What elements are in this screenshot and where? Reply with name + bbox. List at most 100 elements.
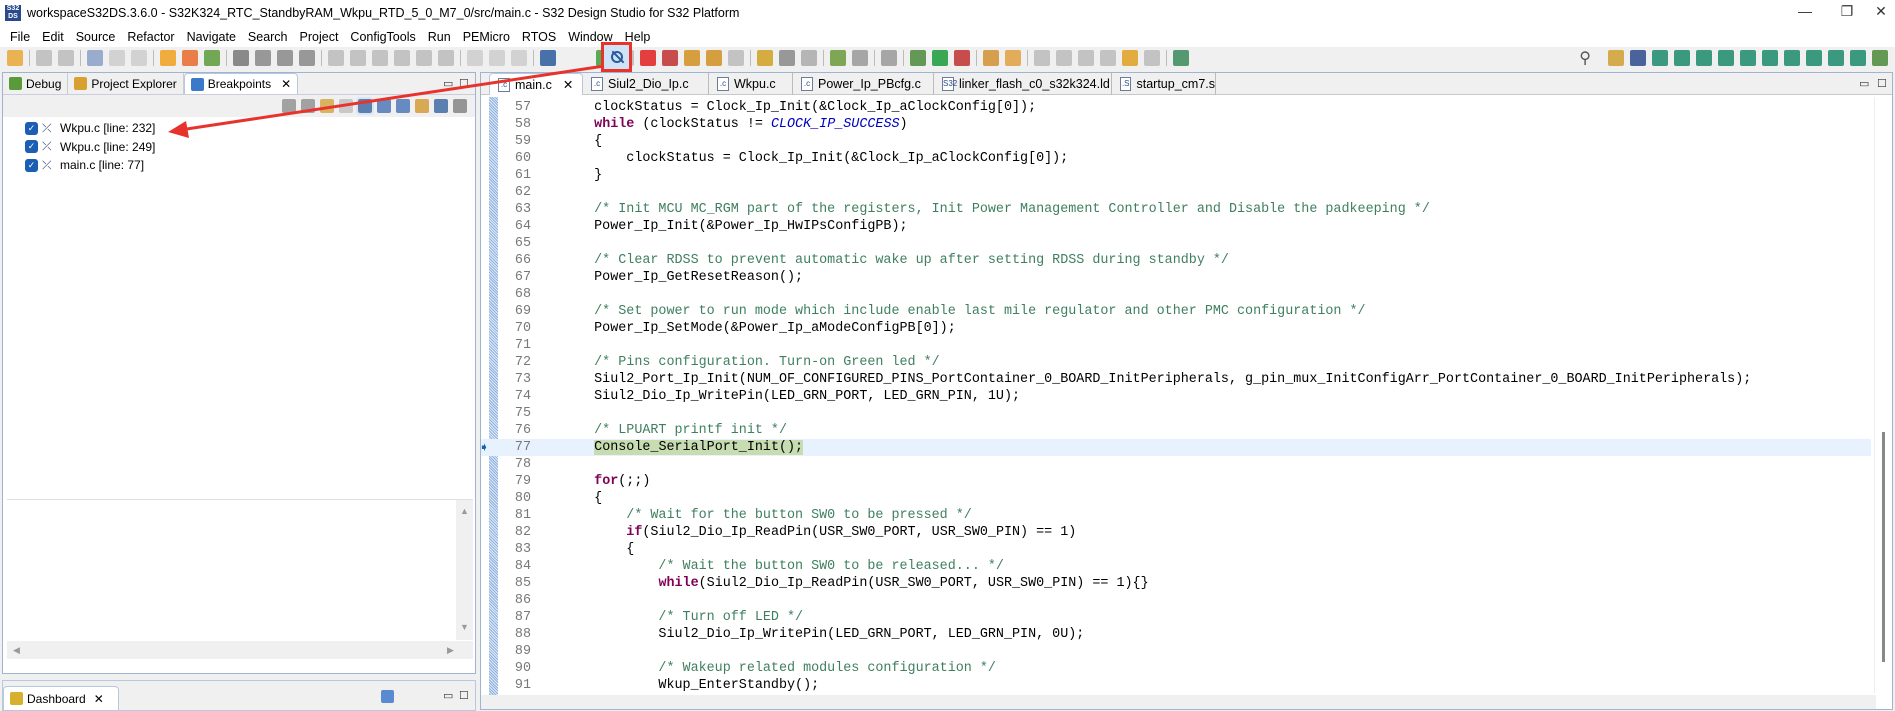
step-over-icon[interactable] (706, 50, 722, 66)
horizontal-scrollbar[interactable] (481, 695, 1876, 709)
menu-pemicro[interactable]: PEMicro (457, 30, 516, 44)
code-line[interactable]: 76 /* LPUART printf init */ (481, 422, 1871, 439)
open-task-icon[interactable] (1173, 50, 1189, 66)
minimize-view-button[interactable]: ▭ (443, 77, 453, 90)
menu-configtools[interactable]: ConfigTools (344, 30, 421, 44)
code-line[interactable]: 70 Power_Ip_SetMode(&Power_Ip_aModeConfi… (481, 320, 1871, 337)
tab-breakpoints[interactable]: Breakpoints ✕ (183, 73, 299, 94)
close-icon[interactable]: ✕ (94, 692, 104, 706)
forward-icon[interactable] (511, 50, 527, 66)
step-over-disabled-icon[interactable] (416, 50, 432, 66)
code-line[interactable]: 79 for(;;) (481, 473, 1871, 490)
breakpoint-checkbox[interactable]: ✓ (25, 140, 38, 154)
code-line[interactable]: 60 clockStatus = Clock_Ip_Init(&Clock_Ip… (481, 150, 1871, 167)
terminate-disabled-icon[interactable] (372, 50, 388, 66)
scroll-up-arrow[interactable]: ▲ (456, 506, 473, 516)
go-to-file-icon[interactable] (339, 99, 353, 113)
remove-icon[interactable] (282, 99, 296, 113)
code-line[interactable]: 67 Power_Ip_GetResetReason(); (481, 269, 1871, 286)
debug-bug-icon[interactable] (910, 50, 926, 66)
build-icon[interactable] (182, 50, 198, 66)
stack-icon[interactable] (1740, 50, 1756, 66)
scroll-down-arrow[interactable]: ▼ (456, 622, 473, 632)
breakpoint-details-pane[interactable]: ▲ ▼ ◀ ▶ (7, 499, 473, 659)
back-nav-icon[interactable] (1122, 50, 1138, 66)
code-line[interactable]: 64 Power_Ip_Init(&Power_Ip_HwIPsConfigPB… (481, 218, 1871, 235)
disconnect-icon[interactable] (662, 50, 678, 66)
step-return-disabled-icon[interactable] (438, 50, 454, 66)
menu-rtos[interactable]: RTOS (516, 30, 562, 44)
scroll-left-arrow[interactable]: ◀ (13, 645, 20, 656)
restore-button[interactable]: ❐ (1832, 3, 1862, 20)
code-line[interactable]: 80 { (481, 490, 1871, 507)
code-line[interactable]: 66 /* Clear RDSS to prevent automatic wa… (481, 252, 1871, 269)
redo-icon[interactable] (131, 50, 147, 66)
code-line[interactable]: 85 while(Siul2_Dio_Ip_ReadPin(USR_SW0_PO… (481, 575, 1871, 592)
code-line[interactable]: 86 (481, 592, 1871, 609)
use-step-filters-icon[interactable] (779, 50, 795, 66)
debug-launch-icon[interactable] (830, 50, 846, 66)
code-line[interactable]: ➧ 77 Console_SerialPort_Init(); (479, 439, 1871, 457)
code-line[interactable]: 62 (481, 184, 1871, 201)
scroll-right-arrow[interactable]: ▶ (447, 645, 454, 656)
last-edit-icon[interactable] (1100, 50, 1116, 66)
suspend-disabled-icon[interactable] (350, 50, 366, 66)
config-icon[interactable] (233, 50, 249, 66)
close-button[interactable]: ✕ (1866, 3, 1895, 20)
skip-all-icon[interactable] (356, 97, 374, 115)
code-line[interactable]: 68 (481, 286, 1871, 303)
probe-icon[interactable] (1806, 50, 1822, 66)
code-line[interactable]: 91 Wkup_EnterStandby(); (481, 677, 1871, 694)
new-class-icon[interactable] (204, 50, 220, 66)
java-exception-icon[interactable] (434, 99, 448, 113)
menu-search[interactable]: Search (242, 30, 294, 44)
save-all-icon[interactable] (58, 50, 74, 66)
step-into-icon[interactable] (684, 50, 700, 66)
minimize-view-button[interactable]: ▭ (443, 689, 453, 702)
prev-annotation-icon[interactable] (1078, 50, 1094, 66)
code-line[interactable]: 87 /* Turn off LED */ (481, 609, 1871, 626)
wave-icon[interactable] (1828, 50, 1844, 66)
collapse-icon[interactable] (396, 99, 410, 113)
menu-run[interactable]: Run (422, 30, 457, 44)
breakpoint-checkbox[interactable]: ✓ (25, 121, 38, 135)
editor-tab[interactable]: .S startup_cm7.s (1112, 73, 1216, 95)
annotation-icon[interactable] (1034, 50, 1050, 66)
breakpoint-item[interactable]: ✓ ⤫ main.c [line: 77] (3, 156, 475, 175)
minimize-editor-button[interactable]: ▭ (1859, 77, 1869, 90)
new-project-icon[interactable] (160, 50, 176, 66)
pencil-icon[interactable] (1005, 50, 1021, 66)
breakpoint-checkbox[interactable]: ✓ (25, 158, 38, 172)
chip-icon[interactable] (1652, 50, 1668, 66)
clock-icon[interactable] (1718, 50, 1734, 66)
code-line[interactable]: 81 /* Wait for the button SW0 to be pres… (481, 507, 1871, 524)
code-line[interactable]: 73 Siul2_Port_Ip_Init(NUM_OF_CONFIGURED_… (481, 371, 1871, 388)
menu-refactor[interactable]: Refactor (121, 30, 180, 44)
terminate-icon[interactable] (640, 50, 656, 66)
editor-tab[interactable]: S32 linker_flash_c0_s32k324.ld (934, 73, 1112, 95)
maximize-view-button[interactable]: ☐ (459, 77, 469, 90)
remove-all-icon[interactable] (301, 99, 315, 113)
swap-icon[interactable] (1762, 50, 1778, 66)
code-line[interactable]: 82 if(Siul2_Dio_Ip_ReadPin(USR_SW0_PORT,… (481, 524, 1871, 541)
horizontal-scrollbar[interactable]: ◀ ▶ (7, 641, 473, 659)
breakpoint-current-marker-icon[interactable]: ➧ (479, 440, 489, 457)
code-line[interactable]: 75 (481, 405, 1871, 422)
code-line[interactable]: 78 (481, 456, 1871, 473)
open-perspective-icon[interactable] (1608, 50, 1624, 66)
view-menu-icon[interactable] (453, 99, 467, 113)
close-icon[interactable]: ✕ (563, 77, 573, 92)
gear3-icon[interactable] (299, 50, 315, 66)
code-line[interactable]: 57 clockStatus = Clock_Ip_Init(&Clock_Ip… (481, 99, 1871, 116)
board-icon[interactable] (1784, 50, 1800, 66)
back-icon[interactable] (489, 50, 505, 66)
breakpoint-item[interactable]: ✓ ⤫ Wkpu.c [line: 249] (3, 138, 475, 157)
editor-tab[interactable]: .c main.c ✕ (489, 73, 583, 95)
expand-icon[interactable] (377, 99, 391, 113)
code-area[interactable]: 57 clockStatus = Clock_Ip_Init(&Clock_Ip… (479, 99, 1871, 694)
usb-icon[interactable] (1696, 50, 1712, 66)
code-line[interactable]: 90 /* Wakeup related modules configurati… (481, 660, 1871, 677)
menu-edit[interactable]: Edit (36, 30, 70, 44)
code-editor[interactable]: .c main.c ✕ .c Siul2_Dio_Ip.c .c Wkpu.c .c Power… (479, 72, 1893, 710)
next-annotation-icon[interactable] (1056, 50, 1072, 66)
